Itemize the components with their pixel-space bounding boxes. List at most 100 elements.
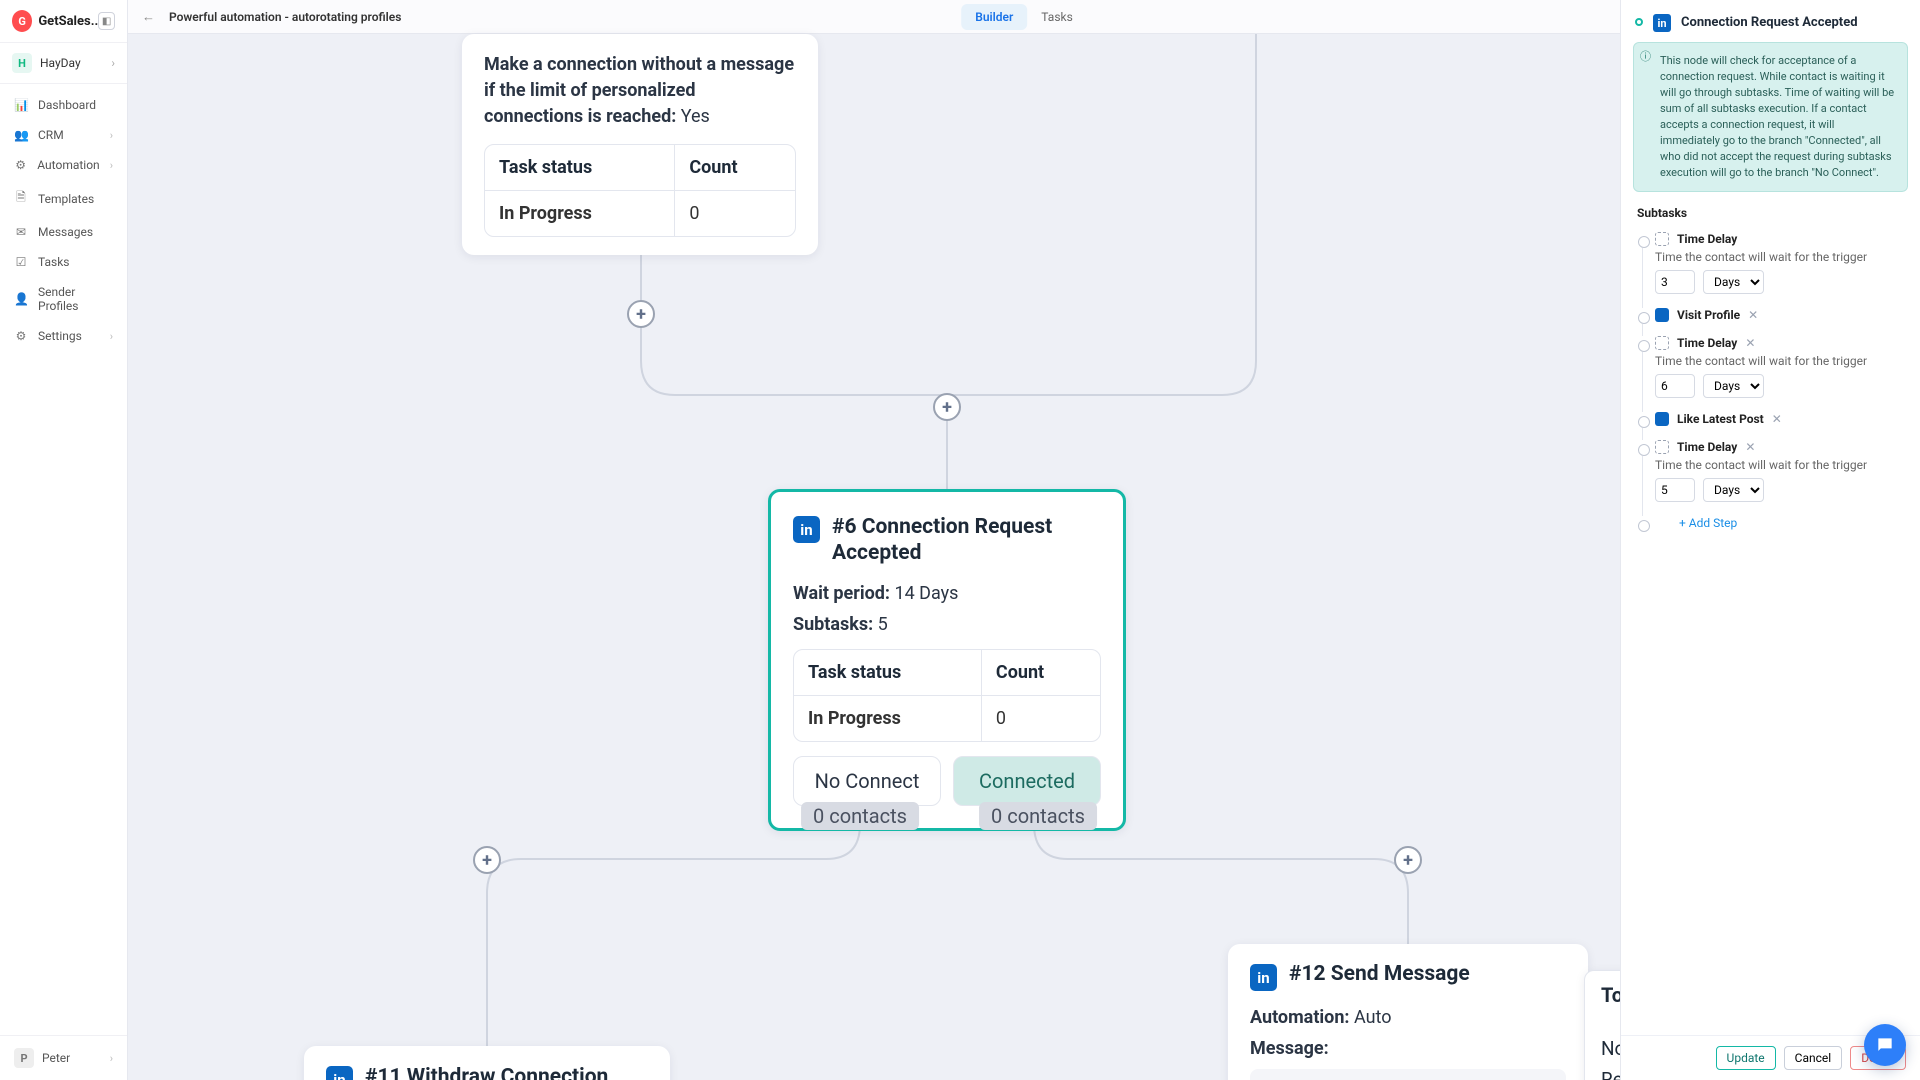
- info-text: This node will check for acceptance of a…: [1660, 53, 1895, 181]
- nav-icon: ☑: [14, 255, 28, 269]
- add-step-link[interactable]: + Add Step: [1655, 516, 1910, 530]
- tenant-name: HayDay: [40, 56, 81, 70]
- contacts-badge-right: 0 contacts: [979, 802, 1097, 830]
- th-status: Task status: [794, 650, 981, 696]
- chevron-right-icon: ›: [110, 330, 113, 343]
- limit-label: Make a connection without a message if t…: [484, 54, 794, 127]
- status-count: 0: [981, 696, 1100, 741]
- message-label: Message:: [1250, 1038, 1329, 1059]
- update-button[interactable]: Update: [1716, 1046, 1776, 1070]
- tenant-switcher[interactable]: H HayDay ›: [0, 43, 127, 84]
- branch-connected[interactable]: Connected: [953, 756, 1101, 806]
- subtask-step: Time Delay ✕ Time the contact will wait fo…: [1631, 436, 1910, 512]
- step-desc: Time the contact will wait for the trigg…: [1655, 458, 1910, 472]
- remove-step-icon[interactable]: ✕: [1748, 308, 1758, 322]
- add-step-button[interactable]: +: [933, 393, 961, 421]
- nav-icon: ⚙: [14, 329, 28, 343]
- tenant-badge: H: [12, 53, 32, 73]
- info-box: This node will check for acceptance of a…: [1633, 42, 1908, 192]
- wait-value: 14 Days: [894, 583, 958, 604]
- limit-value: Yes: [681, 106, 710, 127]
- nav-icon: ✉: [14, 225, 28, 239]
- linkedin-icon: in: [1653, 14, 1671, 32]
- status-count: 0: [674, 191, 795, 236]
- th-count: Count: [674, 145, 795, 191]
- node-12-send-message[interactable]: in #12 Send Message Automation: Auto Mes…: [1228, 944, 1588, 1080]
- step-name: Time Delay: [1677, 440, 1737, 454]
- automation-value: Auto: [1354, 1007, 1392, 1028]
- remove-step-icon[interactable]: ✕: [1772, 412, 1782, 426]
- delay-unit-select[interactable]: Days: [1703, 270, 1764, 294]
- add-step-button[interactable]: +: [473, 846, 501, 874]
- nav-label: Sender Profiles: [38, 285, 113, 313]
- linkedin-icon: in: [793, 516, 820, 543]
- sidebar-item-crm[interactable]: 👥CRM›: [0, 120, 127, 150]
- th-count: Count: [981, 650, 1100, 696]
- delay-value-input[interactable]: [1655, 270, 1695, 294]
- node-11-title: #11 Withdraw Connection Request: [365, 1064, 648, 1080]
- linkedin-icon: [1655, 412, 1669, 426]
- step-name: Visit Profile: [1677, 308, 1740, 322]
- side-panel: in Connection Request Accepted This node…: [1620, 0, 1920, 1080]
- remove-step-icon[interactable]: ✕: [1745, 336, 1755, 350]
- back-arrow-icon[interactable]: ←: [142, 9, 155, 25]
- step-desc: Time the contact will wait for the trigg…: [1655, 354, 1910, 368]
- th-status: Task status: [485, 145, 674, 191]
- collapse-sidebar-icon[interactable]: ◧: [98, 12, 115, 30]
- view-tabs: Builder Tasks: [961, 4, 1087, 30]
- user-switcher[interactable]: P Peter ›: [0, 1035, 127, 1080]
- nav-icon: 🗎: [14, 188, 28, 209]
- delay-unit-select[interactable]: Days: [1703, 478, 1764, 502]
- subtasks-value: 5: [878, 614, 888, 635]
- node-connect-limit[interactable]: Make a connection without a message if t…: [462, 34, 818, 255]
- nav-label: Settings: [38, 329, 82, 343]
- linkedin-icon: in: [326, 1066, 353, 1080]
- nav-label: Messages: [38, 225, 93, 239]
- subtasks-label: Subtasks:: [793, 614, 873, 635]
- delay-unit-select[interactable]: Days: [1703, 374, 1764, 398]
- step-name: Time Delay: [1677, 336, 1737, 350]
- status-in-progress: In Progress: [794, 696, 981, 741]
- node-6-connection-accepted[interactable]: in #6 Connection Request Accepted Wait p…: [768, 489, 1126, 831]
- cancel-button[interactable]: Cancel: [1784, 1046, 1843, 1070]
- step-name: Time Delay: [1677, 232, 1737, 246]
- delay-value-input[interactable]: [1655, 374, 1695, 398]
- tab-tasks[interactable]: Tasks: [1027, 4, 1087, 30]
- sidebar-item-tasks[interactable]: ☑Tasks: [0, 247, 127, 277]
- sidebar: G GetSales.. ◧ H HayDay › 📊Dashboard👥CRM…: [0, 0, 128, 1080]
- linkedin-icon: in: [1250, 964, 1277, 991]
- chevron-right-icon: ›: [110, 159, 113, 172]
- clock-icon: [1655, 440, 1669, 454]
- brand-name: GetSales..: [38, 14, 98, 29]
- node-12-title: #12 Send Message: [1289, 962, 1470, 986]
- contacts-badge-left: 0 contacts: [801, 802, 919, 830]
- active-indicator-icon: [1635, 18, 1643, 26]
- add-step-button[interactable]: +: [1394, 846, 1422, 874]
- sidebar-item-settings[interactable]: ⚙ Settings ›: [0, 321, 127, 351]
- nav-icon: 📊: [14, 98, 28, 112]
- sidebar-item-automation[interactable]: ⚙Automation›: [0, 150, 127, 180]
- clock-icon: [1655, 336, 1669, 350]
- sidebar-item-templates[interactable]: 🗎Templates: [0, 180, 127, 217]
- sidebar-item-sender-profiles[interactable]: 👤 Sender Profiles: [0, 277, 127, 321]
- branch-no-connect[interactable]: No Connect: [793, 756, 941, 806]
- sidebar-item-dashboard[interactable]: 📊Dashboard: [0, 90, 127, 120]
- add-step-button[interactable]: +: [627, 300, 655, 328]
- step-name: Like Latest Post: [1677, 412, 1764, 426]
- flow-canvas[interactable]: + + + + Make a connection without a mess…: [128, 34, 1620, 1080]
- chat-launcher[interactable]: [1864, 1024, 1906, 1066]
- tab-builder[interactable]: Builder: [961, 4, 1027, 30]
- panel-title: Connection Request Accepted: [1681, 15, 1858, 30]
- delay-value-input[interactable]: [1655, 478, 1695, 502]
- steps-list: Time Delay Time the contact will wait for…: [1621, 224, 1920, 538]
- node-11-withdraw[interactable]: in #11 Withdraw Connection Request: [304, 1046, 670, 1080]
- sidebar-item-messages[interactable]: ✉ Messages: [0, 217, 127, 247]
- chevron-right-icon: ›: [110, 129, 113, 142]
- node-6-title: #6 Connection Request Accepted: [832, 514, 1101, 567]
- chevron-right-icon: ›: [110, 1052, 113, 1065]
- nav-icon: 👤: [14, 292, 28, 306]
- status-in-progress: In Progress: [485, 191, 674, 236]
- message-body-placeholder: [1250, 1069, 1566, 1080]
- chevron-right-icon: ›: [111, 56, 115, 70]
- remove-step-icon[interactable]: ✕: [1745, 440, 1755, 454]
